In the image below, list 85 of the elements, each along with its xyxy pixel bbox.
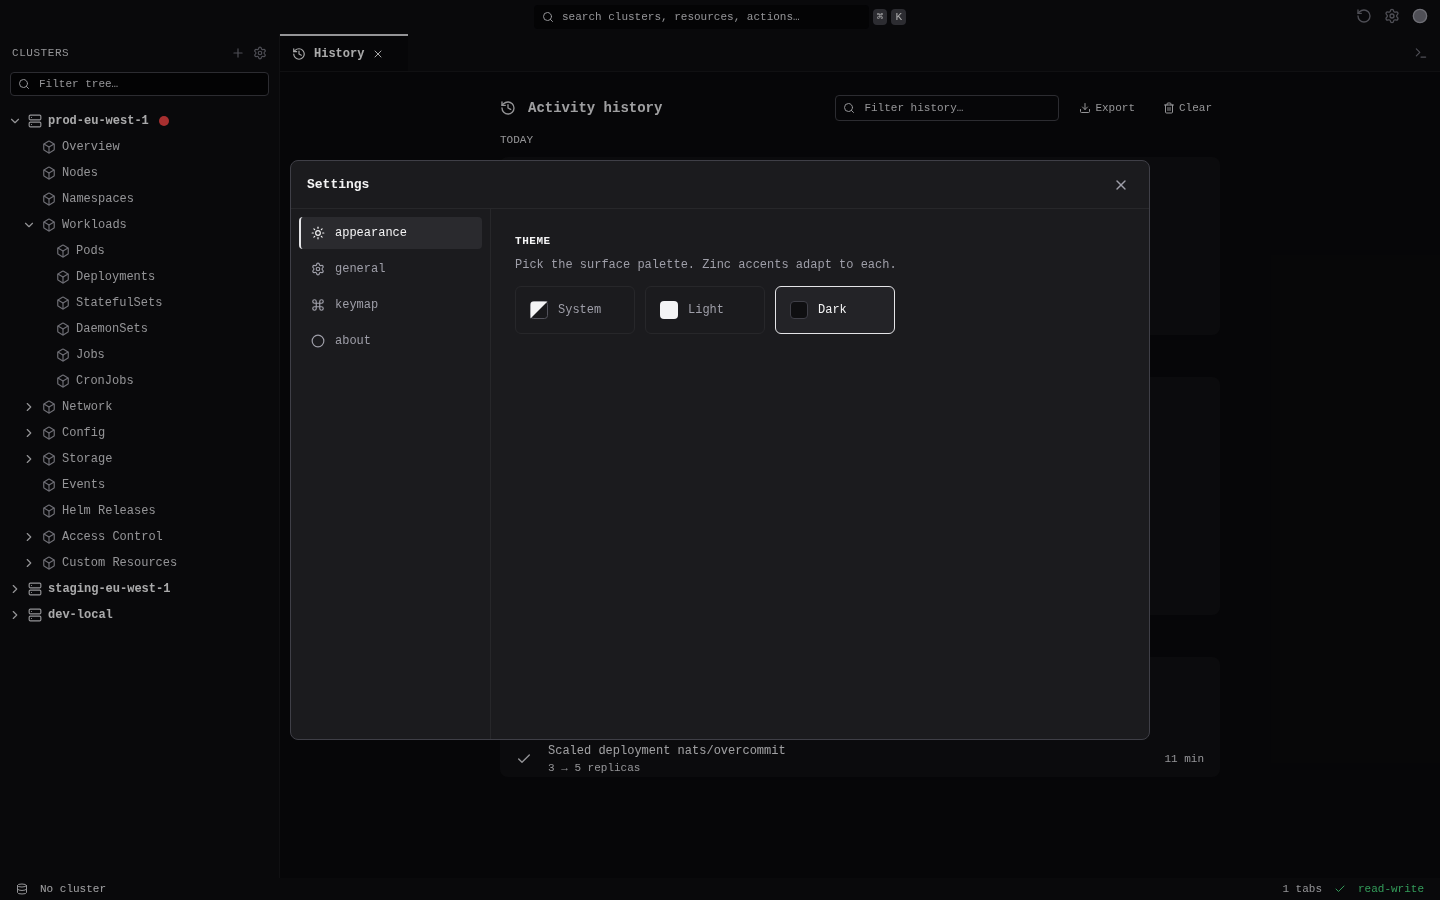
- section-description: Pick the surface palette. Zinc accents adapt to each.: [515, 256, 898, 274]
- tree-item[interactable]: dev-local: [48, 606, 113, 624]
- cube-icon: [56, 348, 70, 362]
- cube-icon: [42, 452, 56, 466]
- tree-item[interactable]: Storage: [62, 450, 113, 468]
- settings-nav-item[interactable]: general: [299, 253, 482, 285]
- history-filter-field[interactable]: Filter history…: [835, 95, 1060, 121]
- cube-icon: [56, 374, 70, 388]
- settings-nav-item[interactable]: appearance: [299, 217, 482, 249]
- tree-item[interactable]: StatefulSets: [76, 294, 163, 312]
- search-icon: [18, 78, 30, 90]
- cube-icon: [42, 192, 56, 206]
- gear-icon: [311, 262, 325, 276]
- tree-item[interactable]: prod-eu-west-1: [48, 112, 149, 130]
- page-title: Activity history: [528, 98, 663, 118]
- group-label: TODAY: [500, 133, 534, 148]
- cube-icon: [42, 478, 56, 492]
- command-search-field[interactable]: search clusters, resources, actions…: [534, 5, 869, 29]
- cube-icon: [56, 244, 70, 258]
- cube-icon: [56, 296, 70, 310]
- shortcut-key: K: [891, 8, 906, 26]
- server-icon: [28, 582, 42, 596]
- tree-item[interactable]: Network: [62, 398, 113, 416]
- tree-filter-field[interactable]: Filter tree…: [10, 72, 269, 96]
- cube-icon: [42, 218, 56, 232]
- tree-item[interactable]: Helm Releases: [62, 502, 156, 520]
- history-icon: [292, 46, 306, 61]
- theme-option[interactable]: Dark: [775, 285, 895, 334]
- tree-item[interactable]: Workloads: [62, 216, 127, 234]
- check-icon: [1334, 883, 1346, 895]
- cube-icon: [42, 530, 56, 544]
- trash-icon: [1163, 102, 1175, 114]
- cube-icon: [42, 166, 56, 180]
- cube-icon: [42, 504, 56, 518]
- tree-item[interactable]: Overview: [62, 138, 120, 156]
- dark-swatch-icon: [790, 300, 808, 319]
- clear-button[interactable]: Clear: [1155, 99, 1220, 117]
- cube-icon: [56, 322, 70, 336]
- dialog-title: Settings: [307, 175, 370, 194]
- event-detail: 3 → 5 replicas: [548, 761, 642, 776]
- event-title: Scaled deployment nats/overcommit: [548, 743, 786, 760]
- server-icon: [28, 608, 42, 622]
- tree-item[interactable]: Custom Resources: [62, 554, 178, 572]
- server-icon: [28, 114, 42, 128]
- undo-icon[interactable]: [1356, 8, 1372, 24]
- tree-item[interactable]: Jobs: [76, 346, 105, 364]
- cluster-status: No cluster: [40, 881, 106, 897]
- cube-icon: [42, 140, 56, 154]
- event-time: 11 min: [1164, 752, 1204, 767]
- cube-icon: [42, 426, 56, 440]
- tree-item[interactable]: Namespaces: [62, 190, 134, 208]
- light-swatch-icon: [660, 300, 678, 319]
- settings-icon[interactable]: [253, 46, 267, 60]
- export-button[interactable]: Export: [1071, 99, 1143, 117]
- sidebar-title: CLUSTERS: [12, 45, 70, 61]
- tree-item[interactable]: CronJobs: [76, 372, 134, 390]
- tab-count: 1 tabs: [1282, 881, 1322, 897]
- database-icon: [16, 883, 28, 895]
- history-icon: [500, 100, 516, 116]
- download-icon: [1079, 102, 1092, 114]
- tree-item[interactable]: staging-eu-west-1: [48, 580, 171, 598]
- tree-item[interactable]: Events: [62, 476, 106, 494]
- tree-item[interactable]: Config: [62, 424, 106, 442]
- avatar-icon[interactable]: [1412, 8, 1428, 24]
- settings-nav-item[interactable]: about: [299, 325, 482, 357]
- tree-item[interactable]: Deployments: [76, 268, 156, 286]
- tree-item[interactable]: DaemonSets: [76, 320, 148, 338]
- search-icon: [843, 102, 856, 114]
- theme-option[interactable]: System: [515, 285, 635, 334]
- theme-option[interactable]: Light: [645, 285, 765, 334]
- tree-item[interactable]: Access Control: [62, 528, 163, 546]
- cube-icon: [42, 400, 56, 414]
- shortcut-key: ⌘: [872, 8, 888, 26]
- circle-icon: [311, 334, 325, 348]
- settings-icon[interactable]: [1384, 8, 1400, 24]
- command-icon: [311, 298, 325, 312]
- access-mode: read-write: [1358, 881, 1424, 897]
- cube-icon: [42, 556, 56, 570]
- cube-icon: [56, 270, 70, 284]
- section-title: THEME: [515, 234, 552, 249]
- sun-icon: [311, 226, 325, 240]
- tree-item[interactable]: Pods: [76, 242, 105, 260]
- tree-item[interactable]: Nodes: [62, 164, 98, 182]
- half-swatch-icon: [530, 300, 548, 319]
- settings-nav-item[interactable]: keymap: [299, 289, 482, 321]
